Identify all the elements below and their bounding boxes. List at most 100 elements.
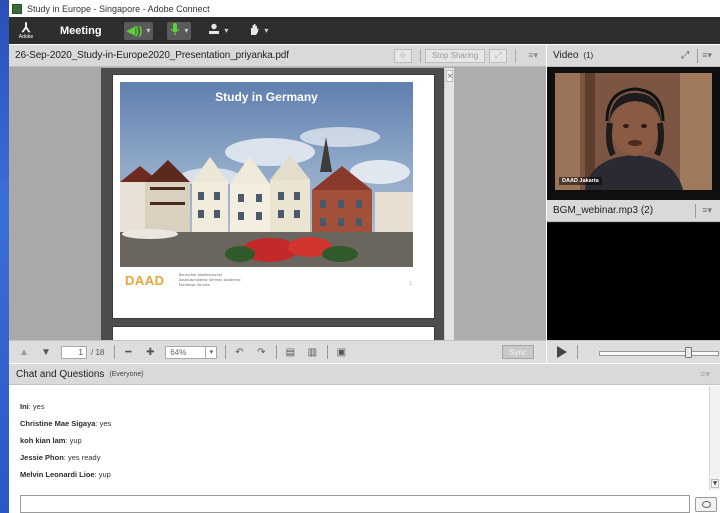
window-title: Study in Europe - Singapore - Adobe Conn… [27,3,210,14]
video-pod-header: Video (1) ⤢ ≡▾ [547,45,720,67]
share-pod-header: 26-Sep-2020_Study-in-Europe2020_Presenta… [9,45,546,67]
zoom-out-icon[interactable]: ━ [121,345,135,359]
audio-pod-body [547,223,720,340]
page-total: / 18 [91,347,105,357]
chat-message: Ini: yes [20,398,709,415]
arrow-up-icon[interactable]: ▲ [17,345,31,359]
zoom-value: 64% [170,347,187,357]
undo-icon[interactable]: ↶ [232,345,246,359]
audio-pod-header: BGM_webinar.mp3 (2) ≡▾ [547,200,720,222]
divider [695,203,697,218]
page-frame: Study in Germany DAAD Deutscher Akademis… [101,68,444,340]
chat-pod-header: Chat and Questions (Everyone) ≡▾ [9,364,720,385]
camera-person-icon [208,23,220,38]
chat-message: Christine Mae Sigaya: yes [20,415,709,432]
video-pod-title: Video [553,50,579,61]
page-number-input[interactable]: 1 [61,345,87,359]
video-feed[interactable]: DAAD Jakarta [555,73,712,190]
share-pod: 26-Sep-2020_Study-in-Europe2020_Presenta… [9,45,546,363]
document-toolbar: ▲ ▼ 1 / 18 ━ ✚ 64% ▾ ↶ ↷ ▤ ▥ ▣ Sync [9,340,546,363]
menubar: ⅄ Adobe Meeting ◀)) ▾ ▾ ▾ ▾ [9,17,720,44]
scroll-down-icon[interactable]: ▼ [711,479,719,488]
microphone-icon [170,22,180,39]
chat-pod: Chat and Questions (Everyone) ≡▾ Ini: ye… [9,364,720,513]
chat-author: Ini [20,402,29,411]
viewer-gutter [454,68,546,340]
participant-video [555,73,712,190]
pod-menu-icon[interactable]: ≡▾ [702,205,712,216]
pod-menu-icon[interactable]: ≡▾ [700,369,710,380]
chat-text: yup [69,436,82,445]
chevron-down-icon: ▾ [146,26,151,35]
camera-button[interactable]: ▾ [205,22,231,40]
chat-message: Melvin Leonardi Lioe: yup [20,466,709,483]
divider [697,48,699,63]
chat-text: yes ready [67,453,101,462]
fit-page-icon[interactable]: ▥ [305,345,319,359]
draw-tools-icon[interactable]: ▣ [334,345,348,359]
adobe-logo-icon[interactable]: ⅄ Adobe [15,20,37,42]
chevron-down-icon: ▾ [224,26,229,35]
divider [225,345,227,359]
chevron-down-icon: ▾ [264,26,269,35]
town-photo [120,82,413,267]
chat-input[interactable] [20,495,690,513]
audio-toolbar [547,340,720,363]
daad-logo: DAAD Deutscher Akademischer Austauschdie… [125,273,244,288]
fullscreen-icon[interactable]: ⤢ [681,50,689,61]
chat-author: koh kian lam [20,436,66,445]
adobe-connect-window: Study in Europe - Singapore - Adobe Conn… [9,0,720,513]
close-icon[interactable]: × [446,70,453,82]
raise-hand-icon [248,23,260,39]
zoom-select[interactable]: 64% ▾ [165,345,218,359]
vertical-scrollbar[interactable]: × [444,68,454,340]
participant-label: DAAD Jakarta [559,177,602,185]
play-icon[interactable] [557,346,567,358]
document-name: 26-Sep-2020_Study-in-Europe2020_Presenta… [15,50,289,61]
desktop-edge [0,0,9,513]
fullscreen-icon[interactable]: ⤢ [489,48,508,63]
chat-author: Jessie Phon [20,453,64,462]
meeting-menu[interactable]: Meeting [60,25,102,37]
stop-sharing-button[interactable]: Stop Sharing [424,48,486,63]
raise-hand-button[interactable]: ▾ [245,22,271,40]
slider-handle[interactable] [685,347,692,358]
slide-page-number: 1 [409,281,412,286]
viewer-gutter [9,68,101,340]
chat-text: yes [99,419,112,428]
chat-pod-title: Chat and Questions [16,368,105,380]
chat-text: yes [32,402,45,411]
chat-message: koh kian lam: yup [20,432,709,449]
chevron-down-icon: ▾ [184,26,189,35]
document-viewer: Study in Germany DAAD Deutscher Akademis… [9,68,546,340]
redo-icon[interactable]: ↷ [254,345,268,359]
slide-photo: Study in Germany [120,82,413,267]
volume-slider[interactable] [599,347,719,358]
chat-text: yup [98,470,111,479]
microphone-button[interactable]: ▾ [167,21,192,40]
pointer-icon[interactable]: ⟐ [393,48,412,63]
slide-page: Study in Germany DAAD Deutscher Akademis… [112,74,435,319]
chat-author: Melvin Leonardi Lioe [20,470,95,479]
chat-send-button[interactable] [695,497,717,512]
divider [114,345,116,359]
zoom-in-icon[interactable]: ✚ [143,345,157,359]
divider [419,48,421,63]
next-slide-page [112,326,435,340]
sync-button[interactable]: Sync [502,345,534,359]
pod-menu-icon[interactable]: ≡▾ [528,50,538,61]
divider [515,48,517,63]
speaker-button[interactable]: ◀)) ▾ [123,21,154,40]
chat-scope[interactable]: (Everyone) [109,371,143,378]
speaker-icon: ◀)) [126,25,143,37]
chevron-down-icon: ▾ [205,346,216,358]
slide-title: Study in Germany [215,90,318,104]
chat-author: Christine Mae Sigaya [20,419,96,428]
divider [276,345,278,359]
arrow-down-icon[interactable]: ▼ [39,345,53,359]
fit-width-icon[interactable]: ▤ [283,345,297,359]
pod-menu-icon[interactable]: ≡▾ [702,50,712,61]
divider [577,345,578,359]
daad-logo-subtext: Deutscher Akademischer Austauschdienst G… [178,273,241,287]
chat-scrollbar[interactable]: ▼ [709,386,720,490]
